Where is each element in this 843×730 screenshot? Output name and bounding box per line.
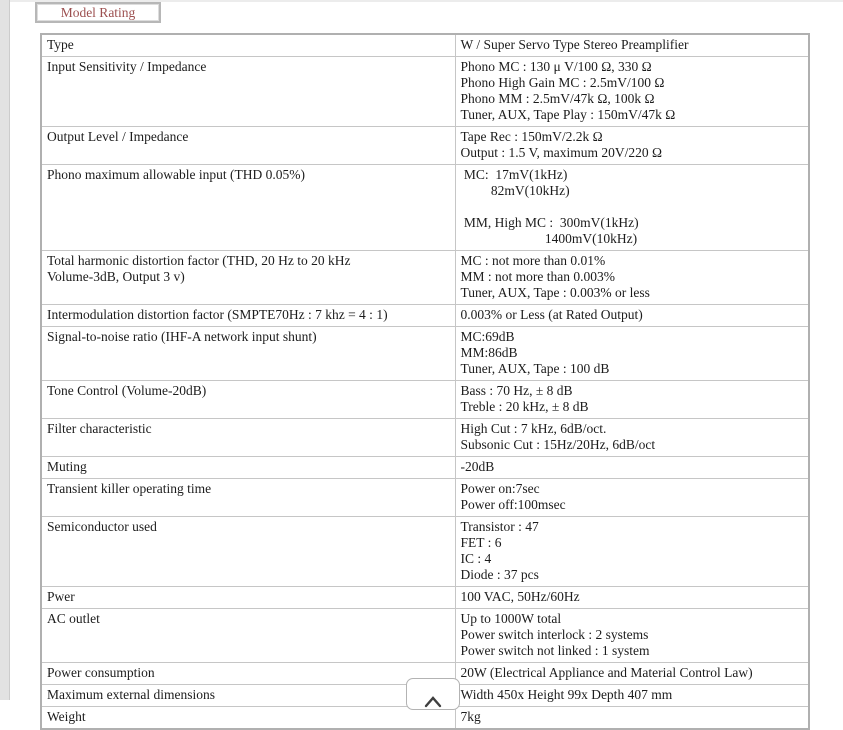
table-row: AC outlet Up to 1000W total Power switch… bbox=[40, 608, 810, 663]
table-row: Signal-to-noise ratio (IHF-A network inp… bbox=[40, 326, 810, 381]
spec-value-cell: Phono MC : 130 μ V/100 Ω, 330 Ω Phono Hi… bbox=[454, 56, 810, 127]
spec-table: Type W / Super Servo Type Stereo Preampl… bbox=[40, 33, 810, 730]
spec-value-cell: W / Super Servo Type Stereo Preamplifier bbox=[454, 33, 810, 57]
spec-value-cell: 20W (Electrical Appliance and Material C… bbox=[454, 662, 810, 685]
spec-value-cell: Up to 1000W total Power switch interlock… bbox=[454, 608, 810, 663]
spec-label-cell: Semiconductor used bbox=[40, 516, 456, 587]
left-gutter bbox=[0, 0, 10, 700]
spec-value-cell: MC: 17mV(1kHz) 82mV(10kHz) MM, High MC :… bbox=[454, 164, 810, 251]
spec-value-cell: Power on:7sec Power off:100msec bbox=[454, 478, 810, 517]
spec-label-cell: Maximum external dimensions bbox=[40, 684, 456, 707]
spec-label-cell: Total harmonic distortion factor (THD, 2… bbox=[40, 250, 456, 305]
spec-label-cell: Intermodulation distortion factor (SMPTE… bbox=[40, 304, 456, 327]
table-row: Semiconductor used Transistor : 47 FET :… bbox=[40, 516, 810, 587]
table-row: Phono maximum allowable input (THD 0.05%… bbox=[40, 164, 810, 251]
spec-label-cell: Pwer bbox=[40, 586, 456, 609]
spec-value-cell: 100 VAC, 50Hz/60Hz bbox=[454, 586, 810, 609]
spec-label-cell: Output Level / Impedance bbox=[40, 126, 456, 165]
spec-label-cell: Phono maximum allowable input (THD 0.05%… bbox=[40, 164, 456, 251]
spec-value-cell: Bass : 70 Hz, ± 8 dB Treble : 20 kHz, ± … bbox=[454, 380, 810, 419]
back-to-top-button[interactable] bbox=[406, 678, 460, 710]
chevron-up-icon bbox=[424, 696, 442, 708]
spec-value-cell: 7kg bbox=[454, 706, 810, 730]
model-rating-button[interactable]: Model Rating bbox=[35, 2, 161, 23]
spec-label-cell: Signal-to-noise ratio (IHF-A network inp… bbox=[40, 326, 456, 381]
table-row: Output Level / Impedance Tape Rec : 150m… bbox=[40, 126, 810, 165]
table-row: Input Sensitivity / Impedance Phono MC :… bbox=[40, 56, 810, 127]
spec-label-cell: AC outlet bbox=[40, 608, 456, 663]
spec-value-cell: MC : not more than 0.01% MM : not more t… bbox=[454, 250, 810, 305]
table-row: Tone Control (Volume-20dB) Bass : 70 Hz,… bbox=[40, 380, 810, 419]
spec-label-cell: Muting bbox=[40, 456, 456, 479]
table-row: Filter characteristic High Cut : 7 kHz, … bbox=[40, 418, 810, 457]
table-row: Intermodulation distortion factor (SMPTE… bbox=[40, 304, 810, 327]
spec-value-cell: MC:69dB MM:86dB Tuner, AUX, Tape : 100 d… bbox=[454, 326, 810, 381]
table-row: Transient killer operating time Power on… bbox=[40, 478, 810, 517]
spec-value-cell: Tape Rec : 150mV/2.2k Ω Output : 1.5 V, … bbox=[454, 126, 810, 165]
table-row: Total harmonic distortion factor (THD, 2… bbox=[40, 250, 810, 305]
spec-label-cell: Transient killer operating time bbox=[40, 478, 456, 517]
spec-label-cell: Power consumption bbox=[40, 662, 456, 685]
spec-label-cell: Tone Control (Volume-20dB) bbox=[40, 380, 456, 419]
spec-label-cell: Weight bbox=[40, 706, 456, 730]
spec-label-cell: Input Sensitivity / Impedance bbox=[40, 56, 456, 127]
spec-value-cell: Width 450x Height 99x Depth 407 mm bbox=[454, 684, 810, 707]
spec-label-cell: Filter characteristic bbox=[40, 418, 456, 457]
spec-value-cell: Transistor : 47 FET : 6 IC : 4 Diode : 3… bbox=[454, 516, 810, 587]
spec-value-cell: -20dB bbox=[454, 456, 810, 479]
spec-label-cell: Type bbox=[40, 33, 456, 57]
table-row: Pwer 100 VAC, 50Hz/60Hz bbox=[40, 586, 810, 609]
spec-value-cell: High Cut : 7 kHz, 6dB/oct. Subsonic Cut … bbox=[454, 418, 810, 457]
table-row: Type W / Super Servo Type Stereo Preampl… bbox=[40, 33, 810, 57]
table-row: Muting -20dB bbox=[40, 456, 810, 479]
spec-value-cell: 0.003% or Less (at Rated Output) bbox=[454, 304, 810, 327]
